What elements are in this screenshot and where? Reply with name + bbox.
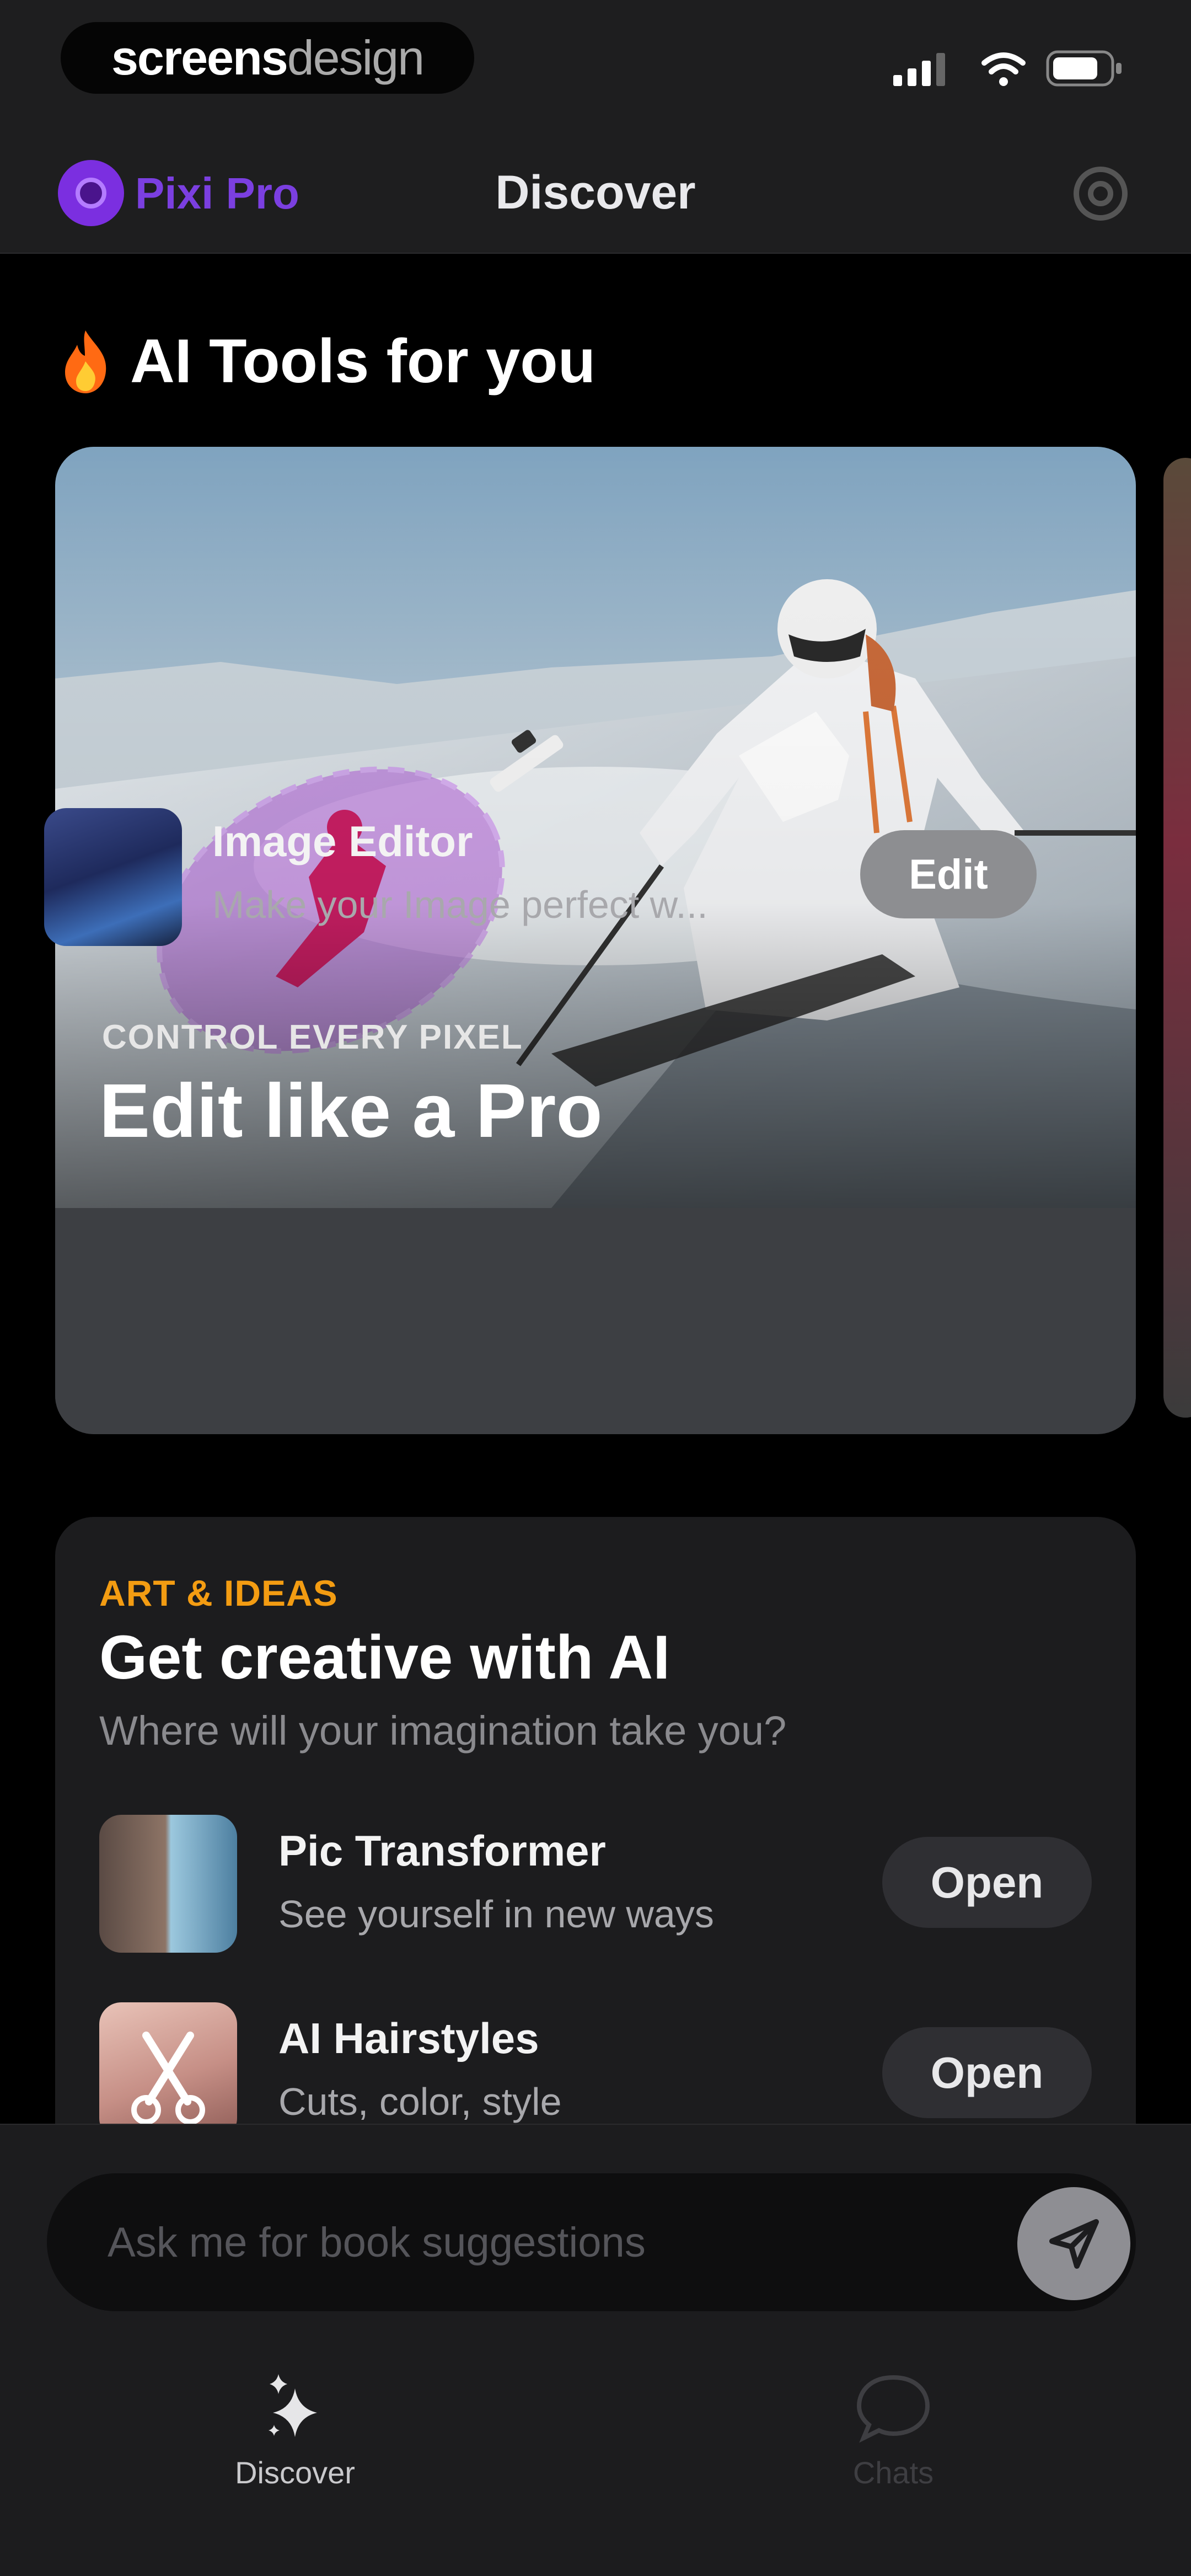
image-editor-thumbnail bbox=[44, 808, 182, 946]
screensdesign-watermark: screens design bbox=[61, 22, 474, 94]
ai-hairstyles-subtitle: Cuts, color, style bbox=[278, 2080, 562, 2123]
pic-transformer-title: Pic Transformer bbox=[278, 1826, 606, 1875]
creative-subtitle: Where will your imagination take you? bbox=[99, 1708, 787, 1754]
section-title: AI Tools for you bbox=[130, 327, 596, 396]
image-editor-title: Image Editor bbox=[212, 817, 473, 865]
scissors-icon bbox=[131, 2032, 205, 2125]
sparkles-icon bbox=[269, 2374, 317, 2437]
ai-hairstyles-thumbnail bbox=[99, 2002, 237, 2140]
tab-chats[interactable]: Chats bbox=[777, 2372, 1009, 2491]
edit-button[interactable]: Edit bbox=[860, 830, 1037, 918]
hero-eyebrow: CONTROL EVERY PIXEL bbox=[102, 1018, 523, 1056]
status-icons bbox=[893, 49, 1125, 87]
send-icon bbox=[1049, 2219, 1099, 2269]
battery-icon bbox=[1046, 50, 1122, 87]
brand-bold-text: screens bbox=[111, 30, 288, 85]
tab-discover[interactable]: Discover bbox=[179, 2372, 411, 2491]
send-button[interactable] bbox=[1017, 2187, 1130, 2300]
ai-hairstyles-open-button[interactable]: Open bbox=[882, 2027, 1092, 2118]
pic-transformer-thumbnail bbox=[99, 1815, 237, 1953]
ai-hairstyles-title: AI Hairstyles bbox=[278, 2014, 539, 2062]
page-title: Discover bbox=[495, 166, 696, 219]
section-header: AI Tools for you bbox=[61, 325, 596, 397]
hero-title: Edit like a Pro bbox=[99, 1068, 603, 1153]
pic-transformer-subtitle: See yourself in new ways bbox=[278, 1893, 714, 1936]
chat-input[interactable]: Ask me for book suggestions bbox=[47, 2173, 1136, 2311]
brand-light-text: design bbox=[287, 30, 425, 85]
edit-like-a-pro-card[interactable]: CONTROL EVERY PIXEL Edit like a Pro bbox=[55, 447, 1136, 1434]
hero-tool-row bbox=[55, 1208, 1136, 1434]
pic-transformer-open-button[interactable]: Open bbox=[882, 1837, 1092, 1928]
chat-bubble-icon bbox=[856, 2375, 930, 2443]
creative-eyebrow: ART & IDEAS bbox=[99, 1573, 338, 1613]
wifi-icon bbox=[981, 52, 1026, 86]
tab-chats-label: Chats bbox=[852, 2455, 934, 2490]
tab-discover-label: Discover bbox=[235, 2455, 355, 2490]
gear-icon[interactable] bbox=[1070, 163, 1131, 225]
image-editor-subtitle: Make your Image perfect w... bbox=[212, 883, 708, 926]
next-card-peek[interactable] bbox=[1163, 458, 1191, 1418]
flame-icon bbox=[65, 330, 106, 393]
creative-title: Get creative with AI bbox=[99, 1623, 670, 1692]
signal-icon bbox=[893, 53, 945, 86]
